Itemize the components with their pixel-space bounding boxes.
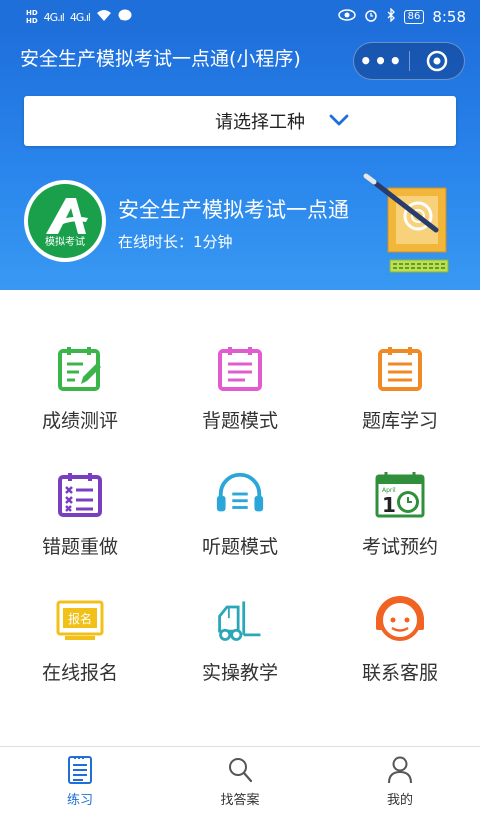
calendar-day: 1	[382, 493, 396, 517]
support-headset-icon	[374, 596, 426, 644]
tab-find-answer[interactable]: 找答案	[160, 747, 320, 818]
app-logo: 模拟考试	[24, 180, 106, 262]
forklift-icon	[214, 596, 266, 644]
close-button[interactable]	[410, 43, 464, 79]
grid-item-label: 联系客服	[361, 662, 438, 684]
status-left: HD HD 4G.ıl 4G.ıl	[26, 9, 132, 25]
notepad-icon	[374, 344, 426, 392]
grid-item-label: 实操教学	[201, 662, 278, 684]
clock-time: 8:58	[432, 8, 466, 26]
selector-label: 请选择工种	[215, 112, 305, 133]
miniprogram-capsule: •••	[353, 42, 465, 80]
more-button[interactable]: •••	[354, 43, 409, 79]
status-right: 86 8:58	[337, 7, 466, 26]
headphones-icon	[214, 470, 266, 518]
exam-illustration-icon	[363, 173, 449, 273]
signup-board-icon: 报名	[54, 596, 106, 644]
grid-item-redo-wrong[interactable]: 错题重做	[0, 416, 160, 558]
grid-item-online-signup[interactable]: 报名 在线报名	[0, 542, 160, 684]
tab-label: 我的	[386, 793, 413, 808]
eye-icon	[337, 9, 356, 25]
battery-icon: 86	[403, 10, 425, 24]
user-icon	[388, 756, 412, 784]
status-bar: HD HD 4G.ıl 4G.ıl 86 8:58	[0, 0, 480, 34]
job-type-selector[interactable]: 请选择工种	[24, 96, 456, 146]
hd-top: HD	[26, 9, 38, 17]
wrong-list-icon	[54, 470, 106, 518]
bluetooth-icon	[386, 7, 396, 26]
clipboard-edit-icon	[54, 344, 106, 392]
hd-bottom: HD	[26, 17, 38, 25]
chevron-down-icon	[329, 114, 349, 126]
grid-item-listen-mode[interactable]: 听题模式	[160, 416, 320, 558]
grid-item-question-bank[interactable]: 题库学习	[320, 290, 480, 432]
feature-grid: 成绩测评 背题模式 题库学习 错题重做 听题模式 April 1 考试预约 报名…	[0, 290, 480, 746]
header: 安全生产模拟考试一点通(小程序) ••• 请选择工种 模拟考试 安全生产模拟考试…	[0, 34, 480, 290]
signal-1: 4G.ıl	[43, 10, 65, 24]
logo-badge: 模拟考试	[28, 184, 102, 258]
online-time: 在线时长：1分钟	[118, 233, 233, 251]
target-close-icon	[426, 50, 448, 72]
tab-label: 找答案	[220, 793, 260, 808]
practice-doc-icon	[68, 756, 92, 784]
bottom-tab-bar: 练习 找答案 我的	[0, 746, 480, 818]
message-icon	[118, 9, 132, 25]
calendar-clock-icon: April 1	[374, 470, 426, 518]
notepad-icon	[214, 344, 266, 392]
alarm-icon	[364, 8, 378, 26]
grid-item-label: 在线报名	[41, 662, 118, 684]
signup-text: 报名	[68, 611, 92, 626]
grid-item-exam-booking[interactable]: April 1 考试预约	[320, 416, 480, 558]
grid-item-memorize-mode[interactable]: 背题模式	[160, 290, 320, 432]
signal-2: 4G.ıl	[69, 10, 91, 24]
wifi-icon	[96, 9, 112, 25]
brand-name: 安全生产模拟考试一点通	[118, 198, 349, 222]
search-icon	[229, 758, 253, 783]
tab-practice[interactable]: 练习	[0, 747, 160, 818]
hd-indicator: HD HD	[26, 9, 38, 25]
tab-mine[interactable]: 我的	[320, 747, 480, 818]
app-title: 安全生产模拟考试一点通(小程序)	[20, 48, 301, 70]
grid-item-customer-service[interactable]: 联系客服	[320, 542, 480, 684]
grid-item-score-evaluation[interactable]: 成绩测评	[0, 290, 160, 432]
grid-item-practical-teaching[interactable]: 实操教学	[160, 542, 320, 684]
logo-text: 模拟考试	[45, 237, 85, 248]
tab-label: 练习	[66, 793, 93, 808]
